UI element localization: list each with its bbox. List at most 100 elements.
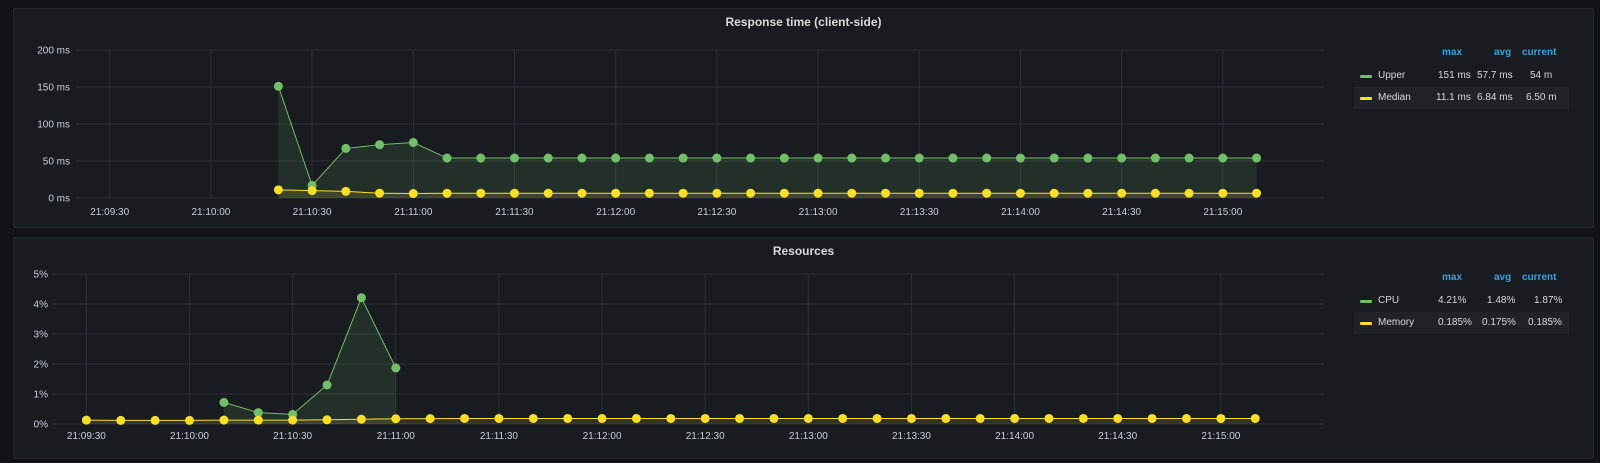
data-point-upper[interactable] [746,153,756,163]
data-point-median[interactable] [408,189,418,199]
data-point-upper[interactable] [273,81,283,91]
data-point-upper[interactable] [678,153,688,163]
data-point-median[interactable] [611,188,621,198]
legend-header-avg[interactable]: avg [1494,47,1511,58]
data-point-upper[interactable] [813,153,823,163]
data-point-median[interactable] [375,188,385,198]
data-point-median[interactable] [1150,188,1160,198]
data-point-median[interactable] [442,188,452,198]
data-point-median[interactable] [1184,188,1194,198]
data-point-median[interactable] [746,188,756,198]
data-point-upper[interactable] [644,153,654,163]
data-point-median[interactable] [678,188,688,198]
data-point-median[interactable] [1083,188,1093,198]
data-point-median[interactable] [1049,188,1059,198]
data-point-memory[interactable] [563,413,573,423]
data-point-memory[interactable] [1044,413,1054,423]
data-point-memory[interactable] [460,413,470,423]
legend-label[interactable]: CPU [1378,290,1399,312]
data-point-memory[interactable] [288,415,298,425]
data-point-memory[interactable] [1250,413,1260,423]
data-point-upper[interactable] [611,153,621,163]
data-point-memory[interactable] [391,414,401,424]
data-point-memory[interactable] [322,415,332,425]
data-point-memory[interactable] [700,413,710,423]
data-point-median[interactable] [476,188,486,198]
data-point-median[interactable] [712,188,722,198]
data-point-median[interactable] [847,188,857,198]
data-point-memory[interactable] [735,413,745,423]
data-point-median[interactable] [644,188,654,198]
legend-header-avg[interactable]: avg [1494,272,1511,283]
data-point-upper[interactable] [1049,153,1059,163]
data-point-upper[interactable] [509,153,519,163]
data-point-upper[interactable] [341,143,351,153]
response-time-chart[interactable]: 0 ms 50 ms 100 ms 150 ms 200 ms 21:09:30 21:10… [14,9,1344,229]
data-point-median[interactable] [881,188,891,198]
legend-label[interactable]: Upper [1378,65,1405,87]
data-point-memory[interactable] [1078,413,1088,423]
data-point-median[interactable] [1117,188,1127,198]
data-point-upper[interactable] [543,153,553,163]
data-point-median[interactable] [914,188,924,198]
legend-header-max[interactable]: max [1442,47,1462,58]
data-point-median[interactable] [509,188,519,198]
data-point-median[interactable] [273,185,283,195]
data-point-memory[interactable] [941,413,951,423]
data-point-memory[interactable] [81,415,91,425]
data-point-median[interactable] [341,186,351,196]
resources-chart[interactable]: 0% 1% 2% 3% 4% 5% 21:09:30 21:10:00 21:10:30 21:1… [14,238,1344,460]
data-point-memory[interactable] [494,413,504,423]
data-point-memory[interactable] [1181,413,1191,423]
data-point-memory[interactable] [1010,413,1020,423]
data-point-upper[interactable] [375,140,385,150]
legend-item-median[interactable]: Median 11.1 ms 6.84 ms 6.50 m [1354,87,1569,109]
data-point-memory[interactable] [1113,413,1123,423]
data-point-median[interactable] [543,188,553,198]
data-point-upper[interactable] [1083,153,1093,163]
data-point-upper[interactable] [914,153,924,163]
data-point-upper[interactable] [577,153,587,163]
data-point-memory[interactable] [872,413,882,423]
data-point-upper[interactable] [408,138,418,147]
legend-header-current[interactable]: current [1522,272,1556,283]
data-point-median[interactable] [948,188,958,198]
data-point-median[interactable] [779,188,789,198]
data-point-upper[interactable] [779,153,789,163]
data-point-memory[interactable] [1216,413,1226,423]
data-point-median[interactable] [813,188,823,198]
data-point-memory[interactable] [425,414,435,424]
legend-label[interactable]: Memory [1378,312,1414,334]
data-point-upper[interactable] [1252,153,1262,163]
data-point-memory[interactable] [528,413,538,423]
data-point-median[interactable] [577,188,587,198]
data-point-upper[interactable] [1218,153,1228,163]
legend-item-upper[interactable]: Upper 151 ms 57.7 ms 54 m [1354,65,1569,87]
data-point-memory[interactable] [666,413,676,423]
data-point-median[interactable] [1015,188,1025,198]
data-point-memory[interactable] [975,413,985,423]
data-point-memory[interactable] [219,415,229,425]
data-point-memory[interactable] [1147,413,1157,423]
data-point-memory[interactable] [356,414,366,424]
data-point-memory[interactable] [185,415,195,425]
data-point-upper[interactable] [442,153,452,163]
data-point-memory[interactable] [803,413,813,423]
data-point-cpu[interactable] [219,397,229,407]
legend-header-max[interactable]: max [1442,272,1462,283]
data-point-cpu[interactable] [322,380,332,390]
data-point-memory[interactable] [906,413,916,423]
data-point-memory[interactable] [838,413,848,423]
data-point-memory[interactable] [631,413,641,423]
data-point-memory[interactable] [253,415,263,425]
data-point-upper[interactable] [1184,153,1194,163]
data-point-memory[interactable] [150,415,160,425]
data-point-upper[interactable] [476,153,486,163]
data-point-upper[interactable] [948,153,958,163]
data-point-median[interactable] [1218,188,1228,198]
data-point-median[interactable] [307,186,317,196]
data-point-cpu[interactable] [391,363,401,373]
data-point-upper[interactable] [712,153,722,163]
data-point-upper[interactable] [1150,153,1160,163]
data-point-upper[interactable] [982,153,992,163]
